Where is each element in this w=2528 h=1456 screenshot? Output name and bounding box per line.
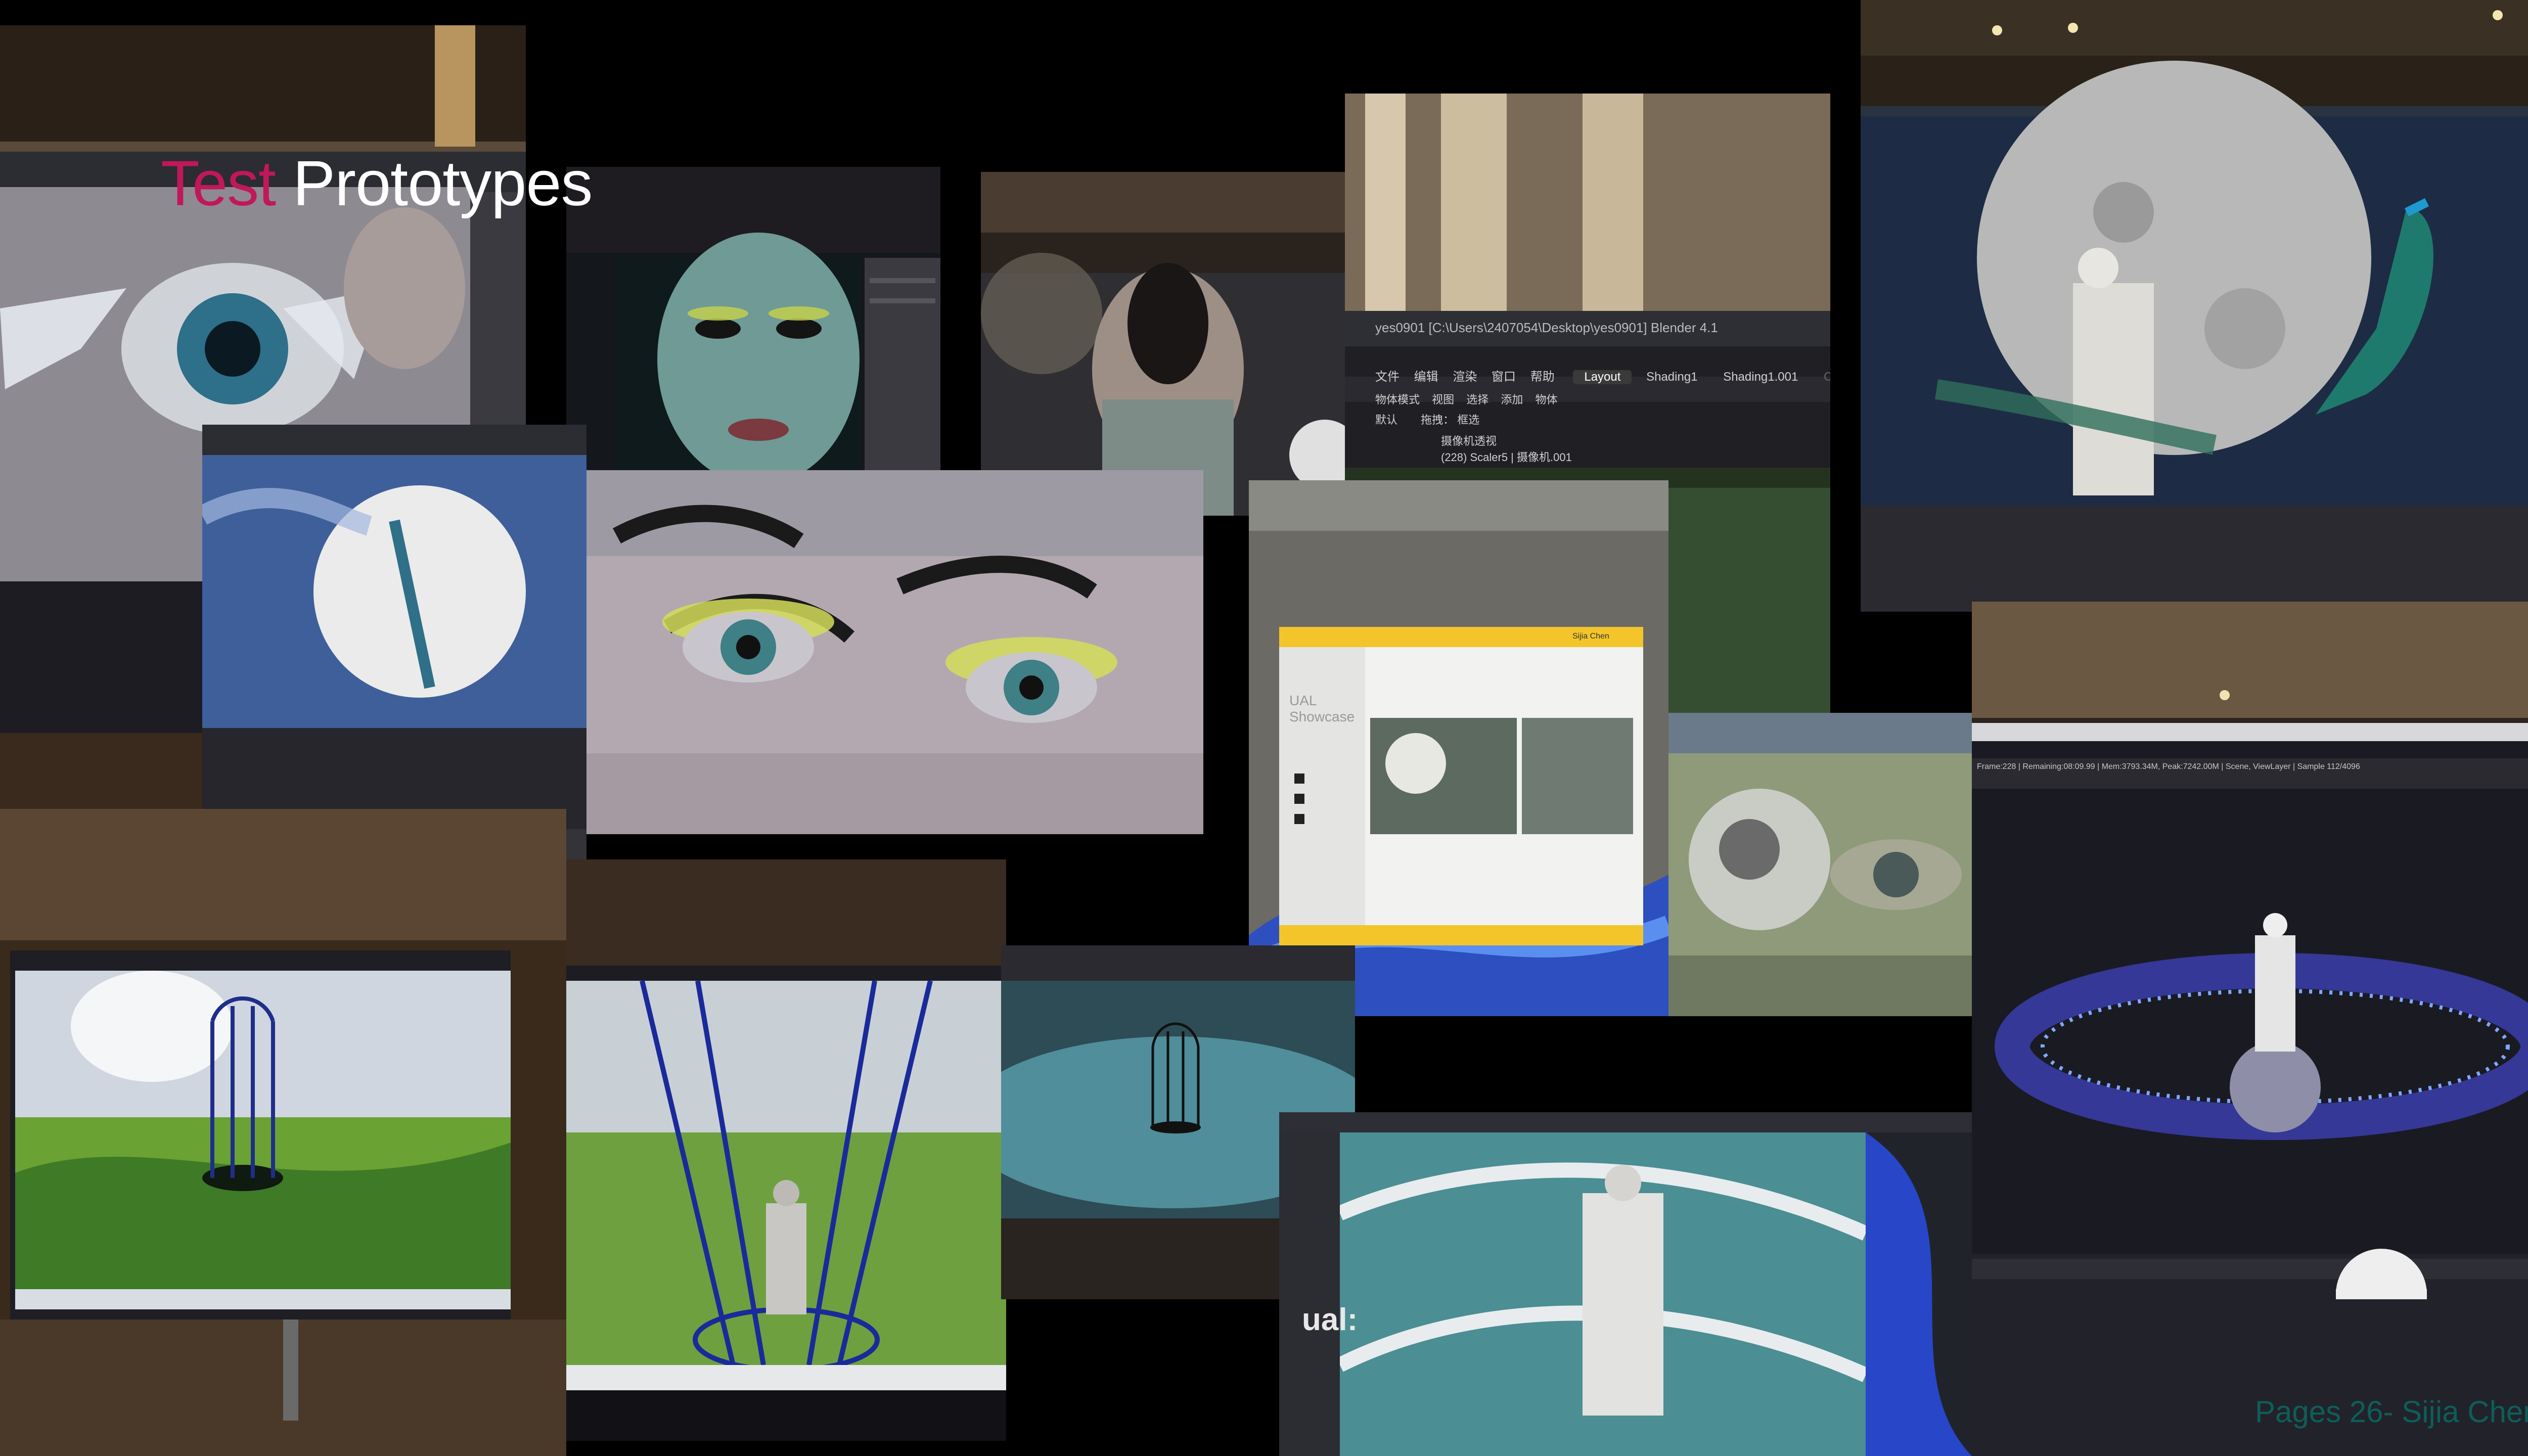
tab-compositing[interactable]: Compositing [1813, 370, 1830, 384]
orientation-select[interactable]: 默认 [1375, 414, 1397, 426]
menu-window[interactable]: 窗口 [1492, 370, 1516, 384]
menu-help[interactable]: 帮助 [1530, 370, 1555, 384]
drag-label: 拖拽： [1421, 414, 1455, 426]
render-memory: Mem:3793.34M, Peak:7242.00M [2101, 762, 2219, 771]
showcase-user-name[interactable]: Sijia Chen [1572, 632, 1609, 641]
tab-shading1-001[interactable]: Shading1.001 [1712, 370, 1809, 384]
blender-header-toolbar: 物体模式 视图 选择 添加 物体 [1375, 391, 1558, 407]
tab-shading1[interactable]: Shading1 [1635, 370, 1708, 384]
slide-title: Test Prototypes [161, 147, 593, 220]
blender-menubar: 文件 编辑 渲染 窗口 帮助 Layout Shading1 Shading1.… [1375, 367, 1830, 384]
menu-edit[interactable]: 编辑 [1414, 370, 1438, 384]
menu-add[interactable]: 添加 [1501, 393, 1523, 406]
photo-face-render-monitor [566, 167, 940, 500]
page-footer: Pages 26- Sijia Chen [2255, 1395, 2528, 1429]
showcase-heading-line1: UAL [1289, 693, 1317, 708]
menu-object[interactable]: 物体 [1536, 393, 1558, 406]
viewport-camera-label: 摄像机透视 [1441, 435, 1497, 447]
photo-birdcage-green-world [0, 809, 566, 1456]
tab-layout[interactable]: Layout [1573, 370, 1632, 384]
render-stats-bar: Frame:228 | Remaining:08:09.99 | Mem:379… [1977, 762, 2360, 771]
mode-select[interactable]: 物体模式 [1375, 393, 1420, 406]
photo-spiral-staircase-figure: ual: [1279, 1112, 1972, 1456]
select-mode-dropdown[interactable]: 框选 [1457, 414, 1479, 426]
menu-view[interactable]: 视图 [1432, 393, 1454, 406]
photo-eyes-makeup-closeup [586, 470, 1203, 834]
title-word-prototypes: Prototypes [293, 148, 593, 219]
render-remaining: Remaining:08:09.99 [2022, 762, 2095, 771]
viewport-object-label: (228) Scaler5 | 摄像机.001 [1441, 451, 1572, 464]
photo-galaxy-figure-render: Frame:228 | Remaining:08:09.99 | Mem:379… [1972, 602, 2528, 1456]
render-frame: Frame:228 [1977, 762, 2016, 771]
render-scene: Scene, ViewLayer [2225, 762, 2291, 771]
photo-moon-peacock-render [1861, 0, 2528, 612]
menu-select[interactable]: 选择 [1466, 393, 1488, 406]
photo-cage-interior-figure [566, 859, 1006, 1441]
title-word-test: Test [161, 148, 276, 219]
menu-file[interactable]: 文件 [1375, 370, 1400, 384]
photo-avatar-monitor [981, 172, 1345, 516]
photo-chrome-sphere-eye [1668, 713, 1972, 1016]
ual-taskbar-logo: ual: [1302, 1302, 1358, 1337]
showcase-heading-line2: Showcase [1289, 709, 1355, 724]
blender-tool-settings: 默认 拖拽： 框选 [1375, 411, 1479, 427]
render-sample: Sample 112/4096 [2297, 762, 2360, 771]
photo-ual-showcase-screen: UAL Showcase Sijia Chen [1249, 480, 1668, 1016]
blender-titlebar: yes0901 [C:\Users\2407054\Desktop\yes090… [1375, 320, 1718, 335]
menu-render[interactable]: 渲染 [1453, 370, 1477, 384]
